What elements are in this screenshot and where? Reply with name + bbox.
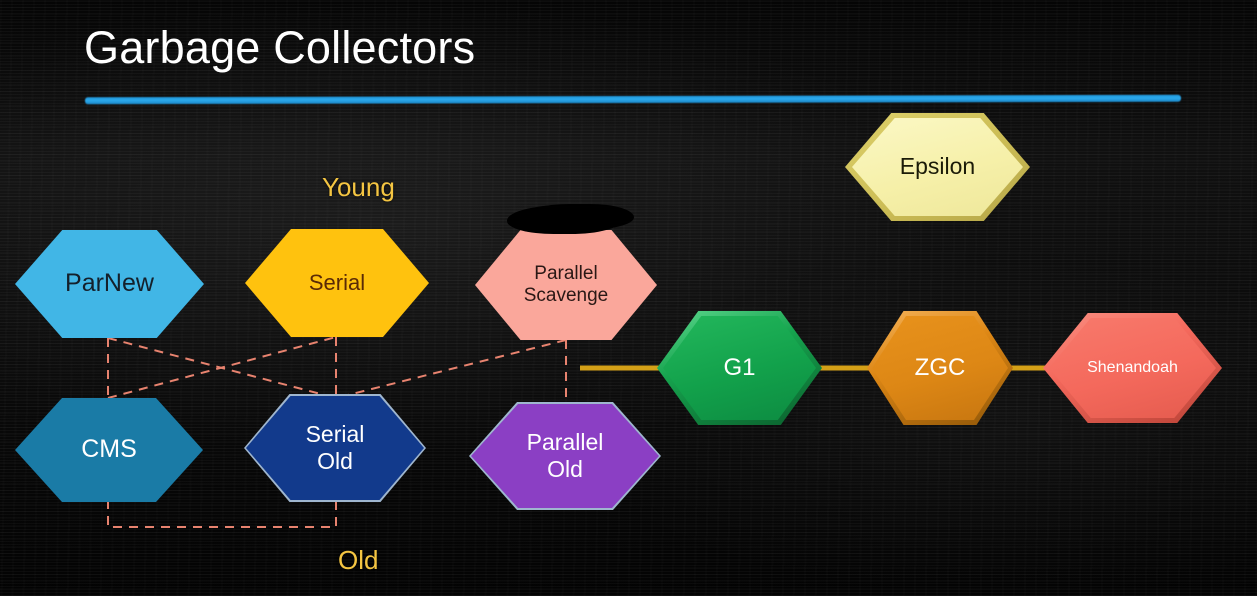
- connector-cms-serial-old-bottom: [107, 500, 337, 528]
- hexagon-parallel-old-label: Parallel Old: [521, 429, 610, 483]
- hexagon-zgc-label: ZGC: [914, 353, 966, 381]
- hexagon-epsilon-label: Epsilon: [899, 153, 976, 180]
- generation-label-young: Young: [322, 172, 395, 202]
- hexagon-parallel-old-label-line2: Old: [547, 456, 583, 482]
- hexagon-serial-old-label: Serial Old: [300, 421, 371, 475]
- hexagon-parnew[interactable]: ParNew: [15, 230, 204, 338]
- connector-parallel-scavenge-serial-old: [335, 339, 567, 399]
- hexagon-shenandoah-label: Shenandoah: [1087, 358, 1178, 376]
- hexagon-cms[interactable]: CMS: [15, 398, 203, 502]
- connector-parnew-serial-old: [107, 337, 337, 399]
- hexagon-g1-label: G1: [723, 353, 756, 381]
- hexagon-parallel-scavenge-label-line2: Scavenge: [523, 285, 609, 306]
- hexagon-parallel-old-label-line1: Parallel: [526, 428, 604, 455]
- hexagon-parnew-label: ParNew: [65, 269, 154, 298]
- hexagon-parallel-scavenge-label-line1: Parallel: [534, 262, 598, 284]
- hexagon-parallel-scavenge[interactable]: Parallel Scavenge: [475, 230, 657, 340]
- slide-canvas: Garbage Collectors Young Old Epsilon Par…: [0, 0, 1257, 596]
- black-marker-redaction: [514, 205, 626, 231]
- hexagon-cms-label: CMS: [81, 435, 137, 464]
- generation-label-old: Old: [338, 545, 379, 575]
- page-title: Garbage Collectors: [84, 22, 476, 73]
- hexagon-parallel-old[interactable]: Parallel Old: [471, 404, 659, 508]
- title-underline-rule: [84, 94, 1182, 105]
- connector-cms-serial: [107, 336, 337, 399]
- hexagon-serial[interactable]: Serial: [245, 229, 429, 337]
- hexagon-parallel-scavenge-label: Parallel Scavenge: [518, 263, 615, 308]
- hexagon-serial-old-label-line2: Old: [317, 448, 353, 474]
- hexagon-serial-old-label-line1: Serial: [305, 420, 365, 447]
- hexagon-serial-label: Serial: [308, 270, 366, 296]
- hexagon-serial-old[interactable]: Serial Old: [246, 396, 424, 500]
